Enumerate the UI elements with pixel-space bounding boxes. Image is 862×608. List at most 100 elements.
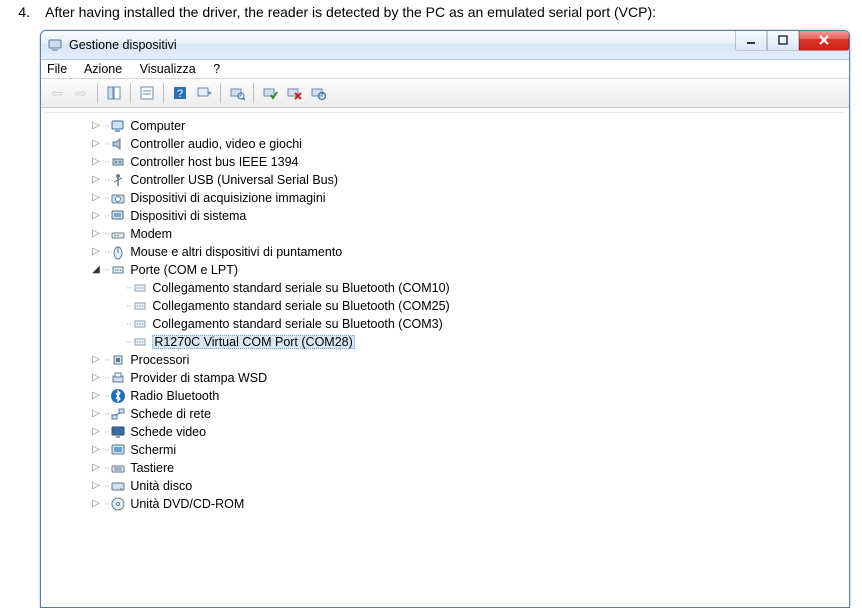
- tree-node[interactable]: ▷··Unità DVD/CD-ROM: [47, 495, 845, 513]
- update-driver-button[interactable]: [307, 82, 329, 104]
- expand-icon[interactable]: ▷: [89, 119, 103, 133]
- tree-node[interactable]: ▷··Schermi: [47, 441, 845, 459]
- help-button[interactable]: ?: [169, 82, 191, 104]
- nav-back-button[interactable]: ⇦: [46, 82, 68, 104]
- tree-node-label: Schede di rete: [130, 408, 211, 421]
- tree-node[interactable]: ▷··Provider di stampa WSD: [47, 369, 845, 387]
- titlebar[interactable]: Gestione dispositivi: [41, 31, 849, 60]
- network-icon: [110, 406, 126, 422]
- expand-icon[interactable]: ▷: [89, 389, 103, 403]
- tree-node-label: Controller audio, video e giochi: [130, 138, 302, 151]
- close-button[interactable]: [799, 30, 849, 51]
- expand-icon[interactable]: ▷: [89, 155, 103, 169]
- tree-node-label: Provider di stampa WSD: [130, 372, 267, 385]
- tree-node[interactable]: ▷··Controller USB (Universal Serial Bus): [47, 171, 845, 189]
- window-controls: [735, 30, 849, 51]
- expand-icon[interactable]: ▷: [89, 479, 103, 493]
- svg-text:?: ?: [177, 88, 183, 100]
- scan-hardware-button[interactable]: [226, 82, 248, 104]
- menu-action[interactable]: Azione: [84, 62, 122, 76]
- tree-node[interactable]: ▷··Radio Bluetooth: [47, 387, 845, 405]
- expand-icon[interactable]: ▷: [89, 443, 103, 457]
- tree-node[interactable]: ▷··Dispositivi di sistema: [47, 207, 845, 225]
- tree-node[interactable]: ▷··Schede video: [47, 423, 845, 441]
- tree-node-label: Collegamento standard seriale su Bluetoo…: [152, 300, 449, 313]
- menubar: File Azione Visualizza ?: [41, 60, 849, 79]
- tree-node[interactable]: ··Collegamento standard seriale su Bluet…: [47, 279, 845, 297]
- tree-node[interactable]: ▷··Controller audio, video e giochi: [47, 135, 845, 153]
- tree-node[interactable]: ··R1270C Virtual COM Port (COM28): [47, 333, 845, 351]
- maximize-button[interactable]: [767, 30, 799, 51]
- tree-node-label: Mouse e altri dispositivi di puntamento: [130, 246, 342, 259]
- action-button[interactable]: [193, 82, 215, 104]
- enable-device-button[interactable]: [259, 82, 281, 104]
- tree-node-label: Dispositivi di acquisizione immagini: [130, 192, 325, 205]
- uninstall-device-button[interactable]: [283, 82, 305, 104]
- printer-icon: [110, 370, 126, 386]
- menu-help[interactable]: ?: [213, 62, 220, 76]
- expand-icon[interactable]: ▷: [89, 245, 103, 259]
- tree-node-label: Radio Bluetooth: [130, 390, 219, 403]
- tree-node[interactable]: ▷··Tastiere: [47, 459, 845, 477]
- menu-view[interactable]: Visualizza: [140, 62, 196, 76]
- tree-node[interactable]: ▷··Processori: [47, 351, 845, 369]
- device-tree: ▷··Computer▷··Controller audio, video e …: [45, 113, 845, 517]
- instruction-text: After having installed the driver, the r…: [45, 4, 656, 20]
- app-icon: [47, 37, 63, 53]
- expand-icon[interactable]: ▷: [89, 425, 103, 439]
- sysdev-icon: [110, 208, 126, 224]
- expand-icon[interactable]: ▷: [89, 173, 103, 187]
- tree-node-label: Controller host bus IEEE 1394: [130, 156, 298, 169]
- ports-icon: [110, 262, 126, 278]
- port-icon: [132, 316, 148, 332]
- minimize-button[interactable]: [735, 30, 767, 51]
- instruction-number: 4.: [0, 4, 42, 20]
- expand-icon[interactable]: ▷: [89, 137, 103, 151]
- tree-connector-icon: [111, 335, 125, 349]
- toolbar-separator: [97, 83, 98, 103]
- expand-icon[interactable]: ▷: [89, 227, 103, 241]
- tree-node[interactable]: ▷··Controller host bus IEEE 1394: [47, 153, 845, 171]
- bluetooth-icon: [110, 388, 126, 404]
- properties-button[interactable]: [136, 82, 158, 104]
- show-hide-tree-button[interactable]: [103, 82, 125, 104]
- tree-node[interactable]: ··Collegamento standard seriale su Bluet…: [47, 297, 845, 315]
- device-manager-window: Gestione dispositivi File Azione Visuali…: [40, 30, 850, 608]
- tree-connector-icon: [111, 281, 125, 295]
- expand-icon[interactable]: ▷: [89, 209, 103, 223]
- tree-node[interactable]: ▷··Schede di rete: [47, 405, 845, 423]
- tree-node[interactable]: ▷··Mouse e altri dispositivi di puntamen…: [47, 243, 845, 261]
- menu-file[interactable]: File: [47, 62, 67, 76]
- tree-panel[interactable]: ▷··Computer▷··Controller audio, video e …: [45, 112, 845, 603]
- tree-node[interactable]: ▷··Unità disco: [47, 477, 845, 495]
- tree-node-label: Porte (COM e LPT): [130, 264, 238, 277]
- keyboard-icon: [110, 460, 126, 476]
- tree-connector-icon: [111, 299, 125, 313]
- expand-icon[interactable]: ▷: [89, 497, 103, 511]
- port-icon: [132, 334, 148, 350]
- display-icon: [110, 424, 126, 440]
- tree-node-label: Controller USB (Universal Serial Bus): [130, 174, 338, 187]
- expand-icon[interactable]: ▷: [89, 191, 103, 205]
- tree-node[interactable]: ▷··Computer: [47, 117, 845, 135]
- port-icon: [132, 280, 148, 296]
- collapse-icon[interactable]: ◢: [89, 263, 103, 277]
- tree-node-label: Schede video: [130, 426, 206, 439]
- tree-node-label: Computer: [130, 120, 185, 133]
- toolbar-separator: [163, 83, 164, 103]
- nav-forward-button[interactable]: ⇨: [70, 82, 92, 104]
- tree-node[interactable]: ▷··Modem: [47, 225, 845, 243]
- expand-icon[interactable]: ▷: [89, 371, 103, 385]
- tree-node-label: Unità disco: [130, 480, 192, 493]
- expand-icon[interactable]: ▷: [89, 353, 103, 367]
- tree-node[interactable]: ▷··Dispositivi di acquisizione immagini: [47, 189, 845, 207]
- imaging-icon: [110, 190, 126, 206]
- disk-icon: [110, 478, 126, 494]
- expand-icon[interactable]: ▷: [89, 461, 103, 475]
- expand-icon[interactable]: ▷: [89, 407, 103, 421]
- toolbar: ⇦ ⇨ ?: [41, 79, 849, 108]
- tree-node[interactable]: ◢··Porte (COM e LPT): [47, 261, 845, 279]
- instruction-line: 4. After having installed the driver, th…: [0, 0, 862, 30]
- tree-node[interactable]: ··Collegamento standard seriale su Bluet…: [47, 315, 845, 333]
- tree-node-label: Tastiere: [130, 462, 174, 475]
